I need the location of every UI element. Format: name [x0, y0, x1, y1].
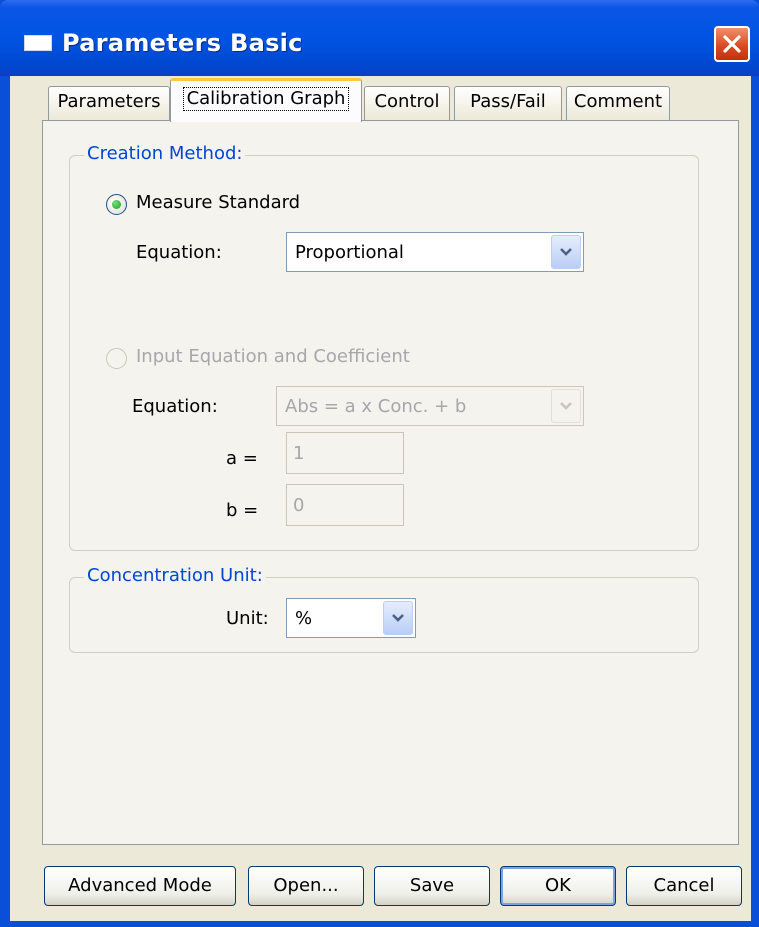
input-equation-label[interactable]: Input Equation and Coefficient [136, 346, 410, 367]
unit-label: Unit: [226, 608, 269, 629]
tab-control-label: Control [374, 91, 440, 112]
concentration-unit-group-label: Concentration Unit: [84, 565, 266, 586]
tab-control[interactable]: Control [364, 86, 450, 120]
close-icon [723, 35, 741, 53]
unit-select-value: % [295, 608, 313, 629]
window-title: Parameters Basic [62, 29, 303, 57]
input-equation-radio[interactable] [106, 348, 127, 369]
unit-select-dropdown-button[interactable] [383, 601, 413, 635]
save-button[interactable]: Save [374, 866, 490, 906]
advanced-mode-button[interactable]: Advanced Mode [44, 866, 236, 906]
close-button[interactable] [714, 26, 750, 62]
equation-select[interactable]: Proportional [286, 232, 584, 272]
equation-formula-select[interactable]: Abs = a x Conc. + b [276, 386, 584, 426]
tab-parameters[interactable]: Parameters [48, 86, 170, 120]
measure-standard-label[interactable]: Measure Standard [136, 192, 300, 213]
tab-pass-fail-label: Pass/Fail [470, 91, 546, 112]
cancel-button[interactable]: Cancel [626, 866, 742, 906]
ok-button[interactable]: OK [500, 866, 616, 906]
tab-panel-calibration-graph: Creation Method: Measure Standard Equati… [42, 120, 739, 845]
concentration-unit-group: Concentration Unit: Unit: % [69, 565, 699, 653]
window-icon [24, 35, 52, 51]
chevron-down-icon [560, 248, 572, 256]
measure-standard-radio[interactable] [106, 194, 127, 215]
tab-comment[interactable]: Comment [566, 86, 670, 120]
radio-selected-dot [112, 200, 121, 209]
chevron-down-icon [560, 402, 572, 410]
coefficient-a-label: a = [226, 448, 258, 469]
coefficient-a-input[interactable]: 1 [286, 432, 404, 474]
unit-select[interactable]: % [286, 598, 416, 638]
equation-label-disabled: Equation: [132, 396, 218, 417]
creation-method-group: Creation Method: Measure Standard Equati… [69, 143, 699, 551]
tab-parameters-label: Parameters [57, 91, 161, 112]
coefficient-b-label: b = [226, 500, 259, 521]
title-bar[interactable]: Parameters Basic [0, 0, 759, 76]
equation-select-value: Proportional [295, 242, 404, 263]
tab-calibration-graph-label: Calibration Graph [182, 87, 350, 111]
tab-pass-fail[interactable]: Pass/Fail [454, 86, 562, 120]
coefficient-b-input[interactable]: 0 [286, 484, 404, 526]
chevron-down-icon [392, 614, 404, 622]
equation-formula-dropdown-button[interactable] [551, 389, 581, 423]
equation-select-dropdown-button[interactable] [551, 235, 581, 269]
equation-label: Equation: [136, 242, 222, 263]
equation-formula-select-value: Abs = a x Conc. + b [285, 396, 467, 417]
coefficient-a-value: 1 [293, 443, 305, 464]
dialog-window: Parameters Basic Parameters Calibration … [0, 0, 759, 927]
tab-calibration-graph[interactable]: Calibration Graph [170, 78, 362, 122]
coefficient-b-value: 0 [293, 495, 305, 516]
tab-comment-label: Comment [573, 91, 663, 112]
creation-method-group-label: Creation Method: [84, 143, 246, 164]
open-button[interactable]: Open... [248, 866, 364, 906]
